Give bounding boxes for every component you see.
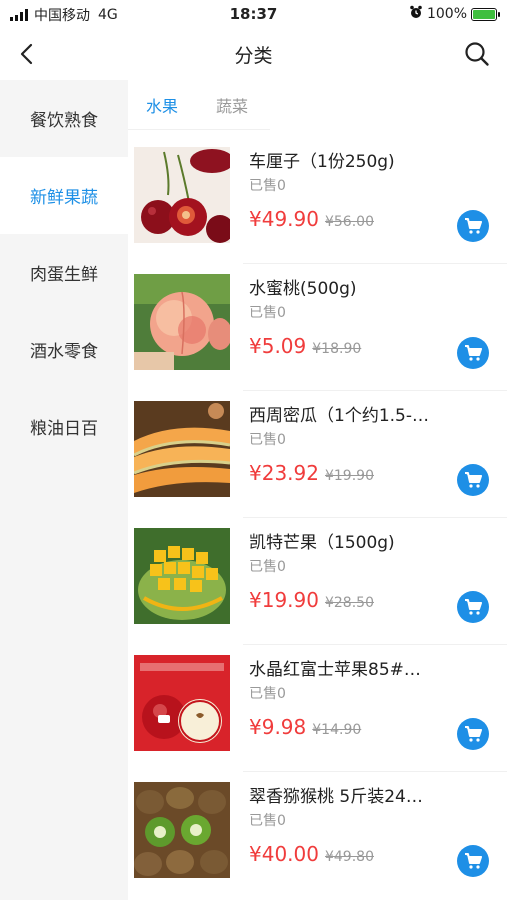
product-image-apple [134, 655, 230, 751]
product-name: 水蜜桃(500g) [249, 279, 357, 299]
search-button[interactable] [461, 38, 493, 70]
battery-percent: 100% [426, 6, 467, 22]
cart-icon [465, 853, 482, 869]
product-price-block: ¥9.98 ¥14.90 [249, 715, 361, 739]
product-item[interactable]: 翠香猕猴桃 5斤装24… 已售0 ¥40.00 ¥49.80 [128, 772, 507, 899]
product-name: 西周密瓜（1个约1.5-… [249, 406, 429, 426]
battery-icon [471, 7, 500, 21]
product-price-block: ¥5.09 ¥18.90 [249, 334, 361, 358]
cart-icon [465, 599, 482, 615]
add-to-cart-button[interactable] [457, 337, 489, 369]
product-image-melon [134, 401, 230, 497]
product-original-price: ¥14.90 [312, 722, 362, 738]
product-sold-count: 已售0 [249, 559, 286, 575]
sidebar-item-meat-eggs[interactable]: 肉蛋生鲜 [0, 234, 128, 311]
product-name: 车厘子（1份250g) [249, 152, 395, 172]
product-name: 水晶红富士苹果85#… [249, 660, 421, 680]
search-icon [465, 42, 489, 66]
product-original-price: ¥28.50 [324, 595, 374, 611]
product-sold-count: 已售0 [249, 432, 286, 448]
product-image-cherries [134, 147, 230, 243]
product-price-block: ¥40.00 ¥49.80 [249, 842, 374, 866]
sidebar-item-catering[interactable]: 餐饮熟食 [0, 80, 128, 157]
tab-fruit[interactable]: 水果 [146, 93, 178, 117]
sidebar-item-drinks-snacks[interactable]: 酒水零食 [0, 311, 128, 388]
alarm-icon [409, 5, 423, 23]
cart-icon [465, 218, 482, 234]
product-price: ¥49.90 [249, 207, 319, 231]
product-item[interactable]: 水晶红富士苹果85#… 已售0 ¥9.98 ¥14.90 [128, 645, 507, 772]
product-image-mango [134, 528, 230, 624]
status-right: 100% [409, 5, 500, 23]
product-image-peach [134, 274, 230, 370]
product-original-price: ¥19.90 [324, 468, 374, 484]
product-price: ¥40.00 [249, 842, 319, 866]
add-to-cart-button[interactable] [457, 718, 489, 750]
sidebar-item-fresh-produce[interactable]: 新鲜果蔬 [0, 157, 128, 234]
product-name: 翠香猕猴桃 5斤装24… [249, 787, 423, 807]
product-price: ¥19.90 [249, 588, 319, 612]
product-sold-count: 已售0 [249, 178, 286, 194]
product-item[interactable]: 西周密瓜（1个约1.5-… 已售0 ¥23.92 ¥19.90 [128, 391, 507, 518]
product-content: 水果 蔬菜 车厘子（1份250g) 已售0 ¥49.90 ¥56.00 水蜜桃(… [128, 80, 507, 900]
product-list: 车厘子（1份250g) 已售0 ¥49.90 ¥56.00 水蜜桃(500g) … [128, 137, 507, 899]
cart-icon [465, 726, 482, 742]
product-price: ¥5.09 [249, 334, 307, 358]
product-original-price: ¥56.00 [324, 214, 374, 230]
add-to-cart-button[interactable] [457, 464, 489, 496]
product-price: ¥23.92 [249, 461, 319, 485]
product-price-block: ¥19.90 ¥28.50 [249, 588, 374, 612]
subcategory-tabs: 水果 蔬菜 [128, 80, 270, 130]
tab-vegetables[interactable]: 蔬菜 [216, 93, 248, 117]
product-price-block: ¥49.90 ¥56.00 [249, 207, 374, 231]
sidebar-item-grain-oil[interactable]: 粮油日百 [0, 388, 128, 465]
product-original-price: ¥18.90 [312, 341, 362, 357]
product-price: ¥9.98 [249, 715, 307, 739]
category-sidebar: 餐饮熟食 新鲜果蔬 肉蛋生鲜 酒水零食 粮油日百 [0, 80, 128, 900]
product-sold-count: 已售0 [249, 686, 286, 702]
page-title: 分类 [234, 45, 273, 67]
cart-icon [465, 345, 482, 361]
product-item[interactable]: 水蜜桃(500g) 已售0 ¥5.09 ¥18.90 [128, 264, 507, 391]
add-to-cart-button[interactable] [457, 591, 489, 623]
product-price-block: ¥23.92 ¥19.90 [249, 461, 374, 485]
nav-bar: 分类 [0, 28, 507, 80]
product-sold-count: 已售0 [249, 305, 286, 321]
add-to-cart-button[interactable] [457, 845, 489, 877]
product-sold-count: 已售0 [249, 813, 286, 829]
status-bar: 中国移动 4G 18:37 100% [0, 0, 507, 28]
product-item[interactable]: 凯特芒果（1500g) 已售0 ¥19.90 ¥28.50 [128, 518, 507, 645]
cart-icon [465, 472, 482, 488]
add-to-cart-button[interactable] [457, 210, 489, 242]
product-name: 凯特芒果（1500g) [249, 533, 395, 553]
product-image-kiwi [134, 782, 230, 878]
product-original-price: ¥49.80 [324, 849, 374, 865]
product-item[interactable]: 车厘子（1份250g) 已售0 ¥49.90 ¥56.00 [128, 137, 507, 264]
